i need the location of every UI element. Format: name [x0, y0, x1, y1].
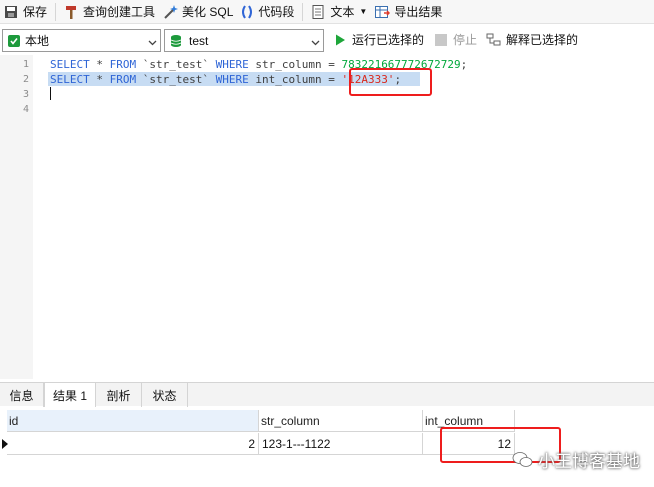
query-builder-button[interactable]: 查询创建工具	[60, 1, 159, 23]
database-select[interactable]: test	[164, 29, 324, 52]
column-header-id[interactable]: id	[7, 410, 259, 432]
tab-profile[interactable]: 剖析	[96, 383, 142, 407]
line-number: 3	[22, 89, 29, 100]
save-label: 保存	[23, 5, 48, 19]
text-mode-button[interactable]: 文本 ▼	[307, 1, 371, 23]
main-toolbar: 保存 查询创建工具 美化 SQL 代码段 文本 ▼ 导出结果	[0, 0, 654, 24]
play-icon	[333, 33, 347, 47]
save-icon	[3, 4, 19, 20]
result-tab-bar: 信息 结果 1 剖析 状态	[0, 382, 654, 407]
wechat-icon	[512, 451, 534, 469]
keyword: WHERE	[215, 73, 249, 86]
connection-select[interactable]: 本地	[2, 29, 161, 52]
explain-selected-label: 解释已选择的	[506, 33, 579, 47]
code-snippet-button[interactable]: 代码段	[237, 1, 298, 23]
tab-status[interactable]: 状态	[142, 383, 188, 407]
export-results-label: 导出结果	[394, 5, 443, 19]
stop-label: 停止	[453, 33, 478, 47]
explain-icon	[486, 33, 502, 47]
line-number: 1	[22, 59, 29, 70]
highlight-annotation-box	[349, 68, 432, 96]
line-number: 2	[22, 74, 29, 85]
code-text: *	[89, 73, 110, 86]
connection-value: 本地	[25, 34, 50, 48]
run-selected-label: 运行已选择的	[352, 33, 425, 47]
run-selected-button[interactable]: 运行已选择的	[333, 31, 424, 48]
keyword: SELECT	[50, 73, 90, 86]
watermark: 小王博客基地	[512, 447, 640, 472]
chevron-down-icon[interactable]	[311, 36, 320, 46]
code-text: `str_test`	[136, 73, 216, 86]
stop-button[interactable]: 停止	[435, 31, 477, 48]
toolbar-separator	[55, 2, 57, 21]
save-button[interactable]: 保存	[0, 1, 51, 23]
tab-result-1[interactable]: 结果 1	[44, 383, 96, 407]
query-builder-label: 查询创建工具	[83, 5, 156, 19]
code-text: *	[89, 58, 110, 71]
chevron-down-icon[interactable]	[148, 36, 157, 46]
text-mode-label: 文本	[330, 5, 355, 19]
connection-icon	[7, 34, 21, 48]
toolbar-separator	[302, 2, 304, 21]
export-table-icon	[374, 4, 391, 20]
line-number-gutter: 1 2 3 4	[0, 55, 33, 379]
keyword: SELECT	[50, 58, 90, 71]
code-text: ;	[460, 58, 468, 71]
code-text: `str_test`	[136, 58, 216, 71]
tab-info[interactable]: 信息	[0, 383, 44, 407]
hammer-icon	[63, 4, 79, 20]
parentheses-icon	[240, 4, 254, 20]
database-icon	[169, 34, 183, 48]
table-cell[interactable]: 123-1---1122	[259, 433, 423, 455]
keyword: FROM	[109, 58, 137, 71]
beautify-sql-label: 美化 SQL	[182, 5, 234, 19]
keyword: FROM	[109, 73, 137, 86]
database-value: test	[189, 33, 209, 48]
code-text: int_column =	[248, 73, 342, 86]
code-snippet-label: 代码段	[258, 5, 295, 19]
keyword: WHERE	[215, 58, 249, 71]
code-text: str_column =	[248, 58, 342, 71]
explain-selected-button[interactable]: 解释已选择的	[486, 31, 578, 48]
dropdown-arrow-icon[interactable]: ▼	[359, 7, 367, 16]
column-header-str-column[interactable]: str_column	[259, 410, 423, 432]
sql-editor[interactable]: 1 2 3 4 SELECT * FROM `str_test` WHERE s…	[0, 55, 654, 379]
table-cell[interactable]: 2	[7, 433, 259, 455]
magic-wand-icon	[162, 4, 179, 20]
beautify-sql-button[interactable]: 美化 SQL	[159, 1, 237, 23]
text-cursor	[50, 87, 51, 100]
watermark-text: 小王博客基地	[538, 452, 640, 471]
export-results-button[interactable]: 导出结果	[371, 1, 446, 23]
line-number: 4	[22, 104, 29, 115]
stop-icon	[435, 33, 447, 46]
document-icon	[310, 4, 326, 20]
